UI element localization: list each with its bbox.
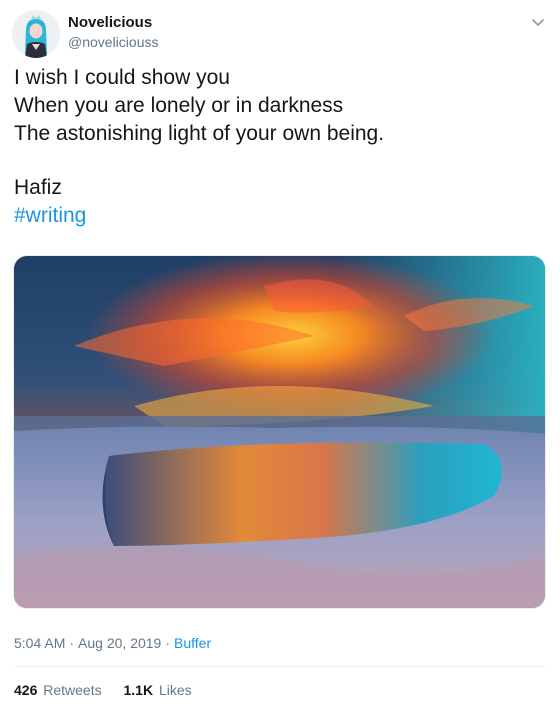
tweet-source-link[interactable]: Buffer [174, 635, 211, 651]
divider [14, 666, 546, 667]
avatar-image [12, 10, 60, 58]
retweets-count: 426 [14, 682, 38, 698]
tweet-signature: Hafiz [14, 176, 62, 199]
likes-label: Likes [158, 682, 192, 698]
sunset-lagoon-photo [14, 256, 545, 608]
tweet-text: I wish I could show you When you are lon… [14, 64, 546, 230]
tweet-line: I wish I could show you [14, 66, 230, 89]
display-name[interactable]: Novelicious [68, 14, 152, 32]
avatar[interactable] [12, 10, 60, 58]
likes-stat[interactable]: 1.1K Likes [124, 682, 192, 698]
retweets-label: Retweets [43, 682, 102, 698]
meta-separator: · [69, 635, 75, 651]
tweet-time[interactable]: 5:04 AM [14, 635, 65, 651]
tweet-meta: 5:04 AM · Aug 20, 2019 · Buffer [14, 634, 211, 652]
tweet-photo[interactable] [13, 255, 546, 609]
tweet-line: The astonishing light of your own being. [14, 122, 385, 145]
tweet-header: Novelicious @noveliciouss [12, 8, 548, 64]
chevron-down-icon[interactable] [528, 12, 548, 32]
hashtag-link[interactable]: #writing [14, 204, 86, 227]
tweet-date[interactable]: Aug 20, 2019 [78, 635, 161, 651]
likes-count: 1.1K [123, 682, 154, 698]
meta-separator: · [165, 635, 171, 651]
retweets-stat[interactable]: 426 Retweets [14, 682, 102, 698]
tweet-stats: 426 Retweets 1.1K Likes [14, 681, 210, 699]
user-handle[interactable]: @noveliciouss [68, 33, 158, 51]
tweet-line: When you are lonely or in darkness [14, 94, 344, 117]
